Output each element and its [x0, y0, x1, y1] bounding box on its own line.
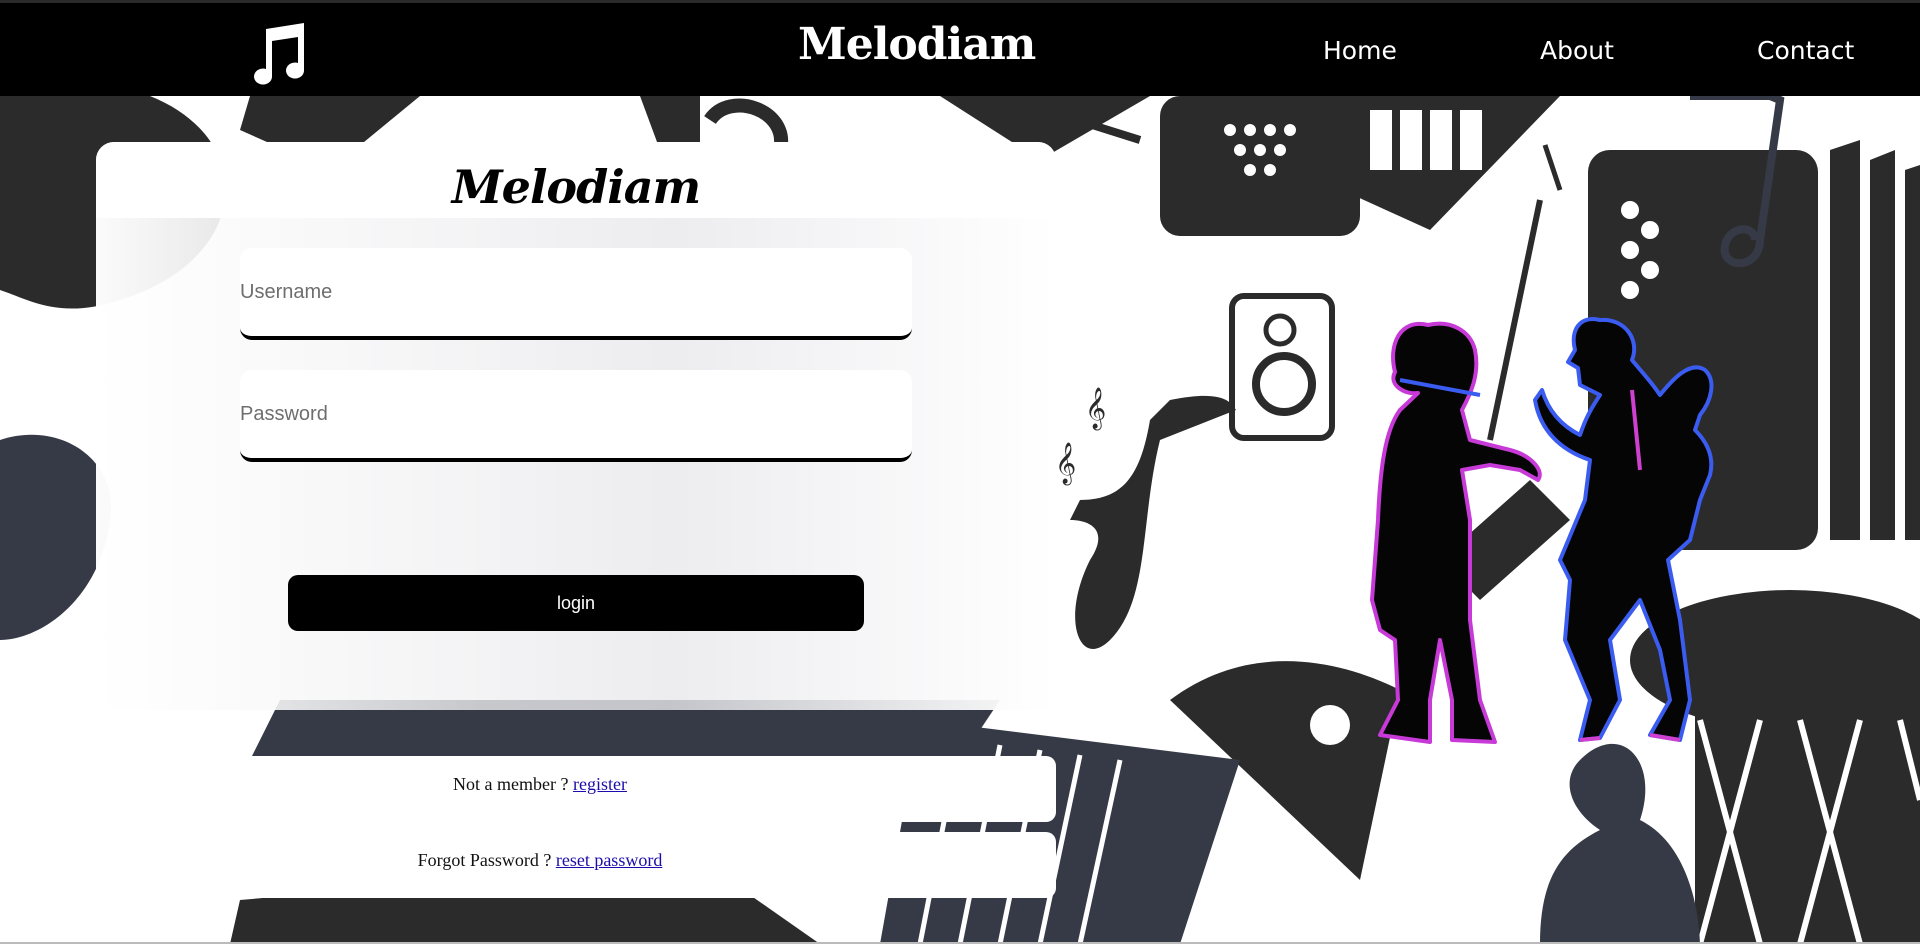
login-card: Melodiam login [96, 142, 1056, 710]
register-panel: Not a member ? register [250, 756, 1056, 822]
register-prompt: Not a member ? [453, 774, 573, 794]
login-button[interactable]: login [288, 575, 864, 631]
music-note-icon[interactable] [246, 21, 310, 87]
password-field [240, 370, 912, 462]
login-title: Melodiam [451, 160, 701, 214]
password-input[interactable] [240, 370, 912, 458]
svg-text:𝄞: 𝄞 [1085, 387, 1106, 430]
nav-home-link[interactable]: Home [1323, 36, 1397, 65]
nav-about-link[interactable]: About [1540, 36, 1614, 65]
reset-prompt: Forgot Password ? [417, 850, 556, 870]
nav-contact-link[interactable]: Contact [1757, 36, 1854, 65]
svg-text:𝄞: 𝄞 [1055, 442, 1076, 485]
reset-password-panel: Forgot Password ? reset password [250, 832, 1056, 898]
reset-password-link[interactable]: reset password [556, 850, 662, 870]
navbar: Melodiam Home About Contact [0, 0, 1920, 96]
username-field [240, 248, 912, 340]
register-link[interactable]: register [573, 774, 627, 794]
username-input[interactable] [240, 248, 912, 336]
brand-title[interactable]: Melodiam [798, 19, 1036, 70]
